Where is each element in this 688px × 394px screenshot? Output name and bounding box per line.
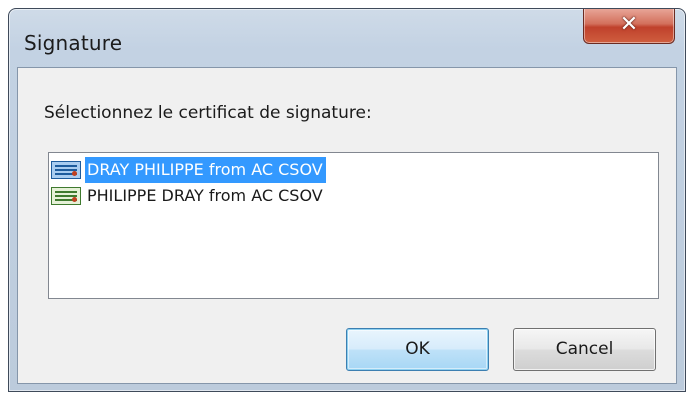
ok-button[interactable]: OK: [346, 328, 489, 371]
cancel-button[interactable]: Cancel: [513, 328, 656, 371]
signature-dialog-window: Signature ✕ Sélectionnez le certificat d…: [8, 8, 686, 392]
close-icon: ✕: [619, 12, 639, 37]
title-bar[interactable]: Signature ✕: [9, 9, 685, 67]
certificate-label: DRAY PHILIPPE from AC CSOV: [85, 157, 326, 183]
window-title: Signature: [24, 31, 123, 55]
certificate-icon: [51, 161, 81, 179]
dialog-content: Sélectionnez le certificat de signature:…: [17, 67, 677, 384]
list-item-certificate-1[interactable]: DRAY PHILIPPE from AC CSOV: [51, 157, 326, 183]
close-button[interactable]: ✕: [583, 9, 675, 44]
certificate-label: PHILIPPE DRAY from AC CSOV: [87, 186, 323, 205]
prompt-label: Sélectionnez le certificat de signature:: [44, 103, 372, 123]
certificate-icon: [51, 187, 81, 205]
certificate-list[interactable]: DRAY PHILIPPE from AC CSOV PHILIPPE DRAY…: [48, 152, 659, 299]
list-item-certificate-2[interactable]: PHILIPPE DRAY from AC CSOV: [51, 183, 326, 209]
